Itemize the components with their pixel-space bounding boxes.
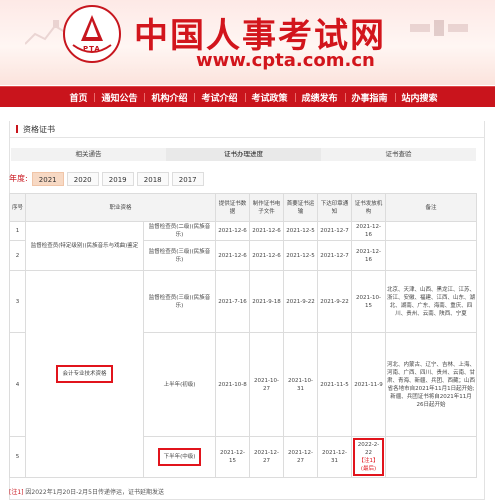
year-option-2019[interactable]: 2019	[101, 171, 134, 186]
nav-item-notices[interactable]: 通知公告	[94, 91, 144, 104]
nav-item-search[interactable]: 站内搜索	[394, 91, 445, 104]
cell-date: 2021-7-16	[215, 270, 251, 333]
site-header: PTA 中国人事考试网 www.cpta.com.cn	[0, 0, 495, 85]
cell-no: 3	[9, 270, 26, 333]
cell-sub: 上半年(初级)	[142, 332, 217, 437]
cell-sub-wrap: 下半年(中级)	[142, 436, 217, 478]
cell-note: 北京、天津、山西、黑龙江、江苏、浙江、安徽、福建、江西、山东、湖北、湖南、广东、…	[385, 270, 478, 333]
table-row: 1 监督检查员(特定级别)(民族音乐与戏曲)鉴定 监督检查员(二级)(民族音乐)…	[9, 221, 478, 271]
cell-date: 2021-12-6	[249, 221, 285, 241]
cell-date: 2021-9-22	[317, 270, 353, 333]
year-option-2018[interactable]: 2018	[136, 171, 169, 186]
header-qualification: 职业资格	[24, 193, 217, 222]
cell-date: 2021-12-15	[215, 436, 251, 478]
cell-qualification-wrap: 会计专业技术资格	[25, 270, 144, 478]
site-url[interactable]: www.cpta.com.cn	[196, 50, 375, 71]
cell-note	[385, 221, 478, 241]
cell-no: 1	[9, 221, 26, 241]
cell-date: 2021-12-27	[249, 436, 285, 478]
cell-no: 5	[9, 436, 26, 478]
cell-no: 4	[9, 332, 26, 437]
nav-item-about[interactable]: 机构介绍	[144, 91, 194, 104]
cell-sub: 监督检查员(三级)(民族音乐)	[142, 240, 217, 271]
year-label: 年度:	[9, 174, 28, 183]
sub-highlight: 下半年(中级)	[157, 448, 202, 466]
cell-date: 2021-11-5	[317, 332, 353, 437]
cell-date: 2021-9-18	[249, 270, 285, 333]
cell-date: 2021-12-5	[283, 240, 319, 271]
cell-date: 2021-10-8	[215, 332, 251, 437]
cell-date: 2021-10-27	[249, 332, 285, 437]
cell-date: 2021-10-15	[351, 270, 387, 333]
year-option-2021[interactable]: 2021	[31, 171, 64, 186]
header-issuer: 证书发放机构	[351, 193, 387, 222]
nav-item-exam-intro[interactable]: 考试介绍	[194, 91, 244, 104]
footnote-text: 因2022年1月20日-2月5日传递停运，证书延期发送	[25, 489, 164, 496]
satellite-graphic	[410, 20, 468, 36]
header-provide-data: 提供证书数据	[215, 193, 251, 222]
logo-text: PTA	[83, 45, 101, 53]
cell-date: 2021-12-6	[215, 240, 251, 271]
section-title: 资格证书	[23, 125, 55, 134]
cell-date: 2021-10-31	[283, 332, 319, 437]
issue-date: 2022-2-22	[357, 442, 380, 456]
cell-date: 2021-12-5	[283, 221, 319, 241]
section-marker	[16, 125, 18, 133]
section-tabs: 相关通告 证书办理进度 证书查验	[11, 148, 476, 161]
cell-date: 2021-12-6	[249, 240, 285, 271]
qualification-highlight: 会计专业技术资格	[56, 365, 113, 383]
cpta-logo[interactable]: PTA	[63, 5, 121, 63]
cell-date: 2021-12-7	[317, 240, 353, 271]
nav-item-home[interactable]: 首页	[62, 91, 94, 104]
issue-note-last: (最后)	[360, 466, 377, 472]
issue-note-ref[interactable]: 【注1】	[359, 458, 379, 464]
tab-progress[interactable]: 证书办理进度	[166, 148, 321, 161]
tab-notices[interactable]: 相关通告	[11, 148, 166, 161]
year-selector: 年度: 2021 2020 2019 2018 2017	[9, 171, 207, 186]
cell-date: 2021-9-22	[283, 270, 319, 333]
header-make-file: 制作证书电子文件	[249, 193, 285, 222]
header-transport: 首要证书运输	[283, 193, 319, 222]
issue-date-highlight: 2022-2-22 【注1】 (最后)	[353, 438, 385, 476]
cell-note: 河北、内蒙古、辽宁、吉林、上海、河南、广西、四川、贵州、云南、甘肃、青海、新疆、…	[385, 332, 478, 437]
cell-date: 2021-11-9	[351, 332, 387, 437]
header-notify: 下达印章通知	[317, 193, 353, 222]
footnote-mark: [注1]	[9, 489, 24, 496]
cell-note	[385, 240, 478, 271]
table-row: 3 会计专业技术资格 监督检查员(三级)(民族音乐) 2021-7-16 202…	[9, 270, 478, 478]
cell-note	[385, 436, 478, 478]
header-no: 序号	[9, 193, 26, 222]
cell-date: 2021-12-27	[283, 436, 319, 478]
header-note: 备注	[385, 193, 478, 222]
cell-issuer-wrap: 2022-2-22 【注1】 (最后)	[351, 436, 387, 478]
cell-no: 2	[9, 240, 26, 271]
section-header: 资格证书	[10, 121, 484, 138]
nav-item-exam-policy[interactable]: 考试政策	[244, 91, 295, 104]
footnote: [注1] 因2022年1月20日-2月5日传递停运，证书延期发送	[9, 487, 164, 496]
table-header-row: 序号 职业资格 提供证书数据 制作证书电子文件 首要证书运输 下达印章通知 证书…	[9, 193, 478, 222]
cell-sub: 监督检查员(三级)(民族音乐)	[142, 270, 217, 333]
cell-sub: 监督检查员(二级)(民族音乐)	[142, 221, 217, 241]
cell-date: 2021-12-6	[215, 221, 251, 241]
year-option-2017[interactable]: 2017	[171, 171, 204, 186]
cell-date: 2021-12-16	[351, 240, 387, 271]
cell-date: 2021-12-16	[351, 221, 387, 241]
year-option-2020[interactable]: 2020	[66, 171, 99, 186]
progress-table: 序号 职业资格 提供证书数据 制作证书电子文件 首要证书运输 下达印章通知 证书…	[9, 193, 478, 478]
main-nav: 首页 通知公告 机构介绍 考试介绍 考试政策 成绩发布 成绩发布 办事指南 站内…	[0, 86, 495, 107]
nav-item-guide[interactable]: 办事指南	[344, 91, 395, 104]
tab-verify[interactable]: 证书查验	[321, 148, 476, 161]
cell-date: 2021-12-31	[317, 436, 353, 478]
nav-item-scores[interactable]: 成绩发布	[294, 91, 345, 104]
cell-qualification: 监督检查员(特定级别)(民族音乐与戏曲)鉴定	[25, 221, 144, 271]
cell-date: 2021-12-7	[317, 221, 353, 241]
